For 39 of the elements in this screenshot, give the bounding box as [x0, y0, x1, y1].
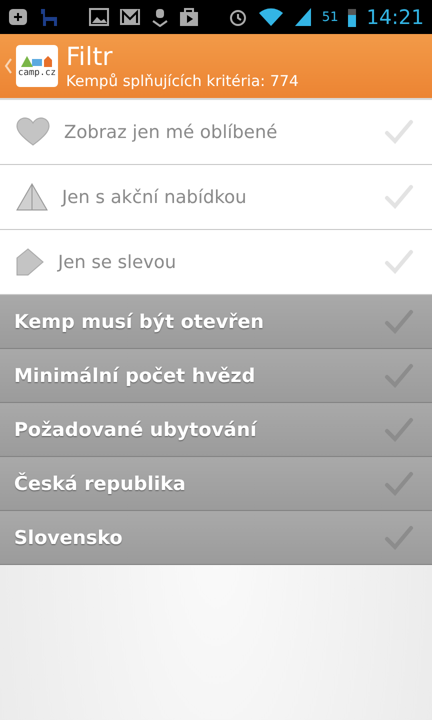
battery-icon	[348, 7, 356, 27]
camp-drawing	[20, 54, 54, 68]
check-icon[interactable]	[384, 524, 414, 550]
clock-time: 14:21	[366, 5, 424, 29]
alarm-icon	[228, 7, 248, 27]
check-icon[interactable]	[384, 308, 414, 334]
section-label: Minimální počet hvězd	[14, 364, 256, 386]
back-icon[interactable]	[4, 58, 12, 74]
section-label: Kemp musí být otevřen	[14, 310, 265, 332]
screen-title: Filtr	[66, 42, 114, 72]
logo-text: camp.cz	[18, 68, 56, 78]
filter-section[interactable]: Minimální počet hvězd	[0, 349, 432, 403]
battery-percent: 51	[322, 10, 338, 24]
filter-option[interactable]: Zobraz jen mé oblíbené	[0, 100, 432, 165]
option-label: Zobraz jen mé oblíbené	[64, 122, 278, 142]
section-label: Požadované ubytování	[14, 418, 258, 440]
filter-section[interactable]: Slovensko	[0, 511, 432, 565]
screen-subtitle: Kempů splňujících kritéria: 774	[66, 72, 299, 90]
filter-option[interactable]: Jen s akční nabídkou	[0, 165, 432, 230]
option-label: Jen s akční nabídkou	[62, 186, 248, 208]
check-icon[interactable]	[384, 416, 414, 442]
signal-icon	[294, 7, 312, 27]
mail-icon	[118, 8, 141, 26]
check-icon[interactable]	[384, 470, 414, 496]
filter-option[interactable]: Jen se slevou	[0, 230, 432, 295]
tent-icon	[16, 183, 48, 211]
heart-icon	[16, 117, 50, 147]
image-icon	[88, 8, 109, 26]
play-store-icon	[178, 7, 199, 27]
check-icon[interactable]	[384, 362, 414, 388]
filter-section[interactable]: Česká republika	[0, 457, 432, 511]
plus-icon	[8, 8, 28, 26]
filter-section[interactable]: Kemp musí být otevřen	[0, 295, 432, 349]
filter-section[interactable]: Požadované ubytování	[0, 403, 432, 457]
section-label: Slovensko	[14, 526, 124, 548]
wifi-icon	[258, 7, 284, 27]
section-label: Česká republika	[14, 472, 187, 494]
tag-icon	[16, 248, 44, 276]
option-label: Jen se slevou	[58, 252, 178, 272]
